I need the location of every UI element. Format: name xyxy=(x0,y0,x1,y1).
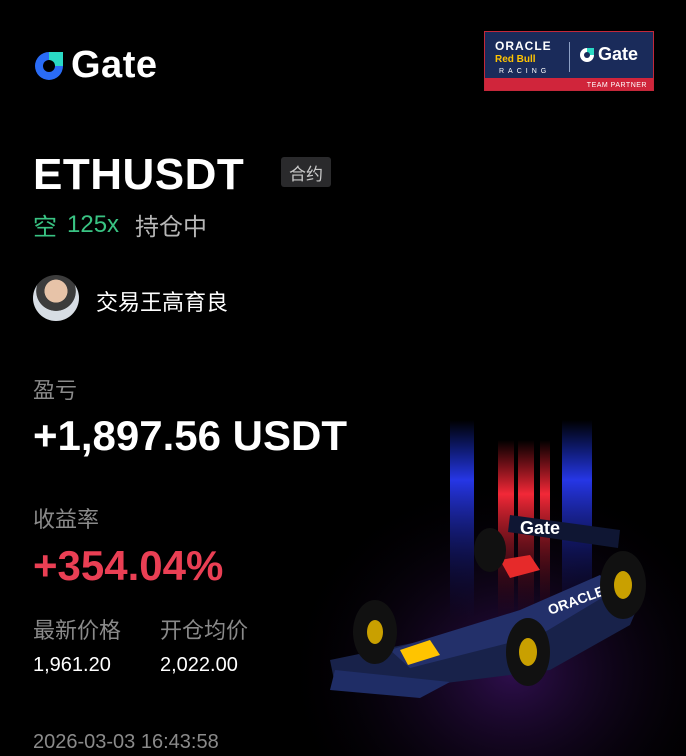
partner-racing-text: RACING xyxy=(499,68,551,75)
pnl-value: +1,897.56 USDT xyxy=(33,412,348,459)
partner-divider xyxy=(569,42,570,72)
open-price-value: 2,022.00 xyxy=(160,654,238,676)
partner-footer-text: TEAM PARTNER xyxy=(586,82,647,89)
team-partner-badge: ORACLE Red Bull RACING Gate TEAM PARTNER xyxy=(484,31,654,91)
gate-logo-icon xyxy=(580,47,594,62)
partner-gate-text: Gate xyxy=(598,44,639,64)
partner-gate-logo: Gate xyxy=(579,44,638,65)
last-price-label: 最新价格 xyxy=(33,618,122,643)
trader-name: 交易王高育良 xyxy=(96,290,229,315)
timestamp: 2026-03-03 16:43:58 xyxy=(33,731,219,753)
partner-redbull-text: Red Bull xyxy=(495,54,536,65)
partner-oracle-text: ORACLE xyxy=(495,39,552,53)
roi-value: +354.04% xyxy=(33,542,224,589)
roi-label: 收益率 xyxy=(33,507,100,532)
brand-name: Gate xyxy=(71,44,158,86)
gate-logo: Gate xyxy=(33,44,157,87)
wing-logo-text: Gate xyxy=(520,518,560,538)
position-side: 空 xyxy=(33,214,57,241)
light-beam xyxy=(450,420,474,620)
contract-tag: 合约 xyxy=(281,157,331,187)
last-price-value: 1,961.20 xyxy=(33,654,111,676)
race-car-illustration: Gate ORACLE xyxy=(300,420,686,756)
position-info: 空 125x 持仓中 xyxy=(33,207,207,242)
gate-logo-icon xyxy=(35,51,63,80)
position-status: 持仓中 xyxy=(135,214,208,241)
pnl-label: 盈亏 xyxy=(33,378,78,403)
symbol-title: ETHUSDT xyxy=(33,150,245,199)
leverage: 125x xyxy=(67,210,120,238)
wheel xyxy=(474,528,506,572)
open-price-label: 开仓均价 xyxy=(160,618,249,643)
avatar xyxy=(33,275,79,321)
